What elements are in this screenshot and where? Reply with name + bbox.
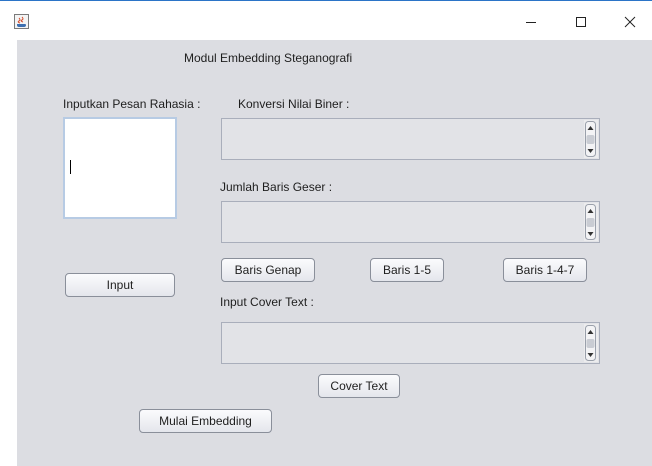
- input-button[interactable]: Input: [65, 273, 175, 297]
- cover-text-button[interactable]: Cover Text: [318, 374, 400, 398]
- maximize-button[interactable]: [561, 9, 601, 35]
- scrollbar-arrows-icon: [585, 121, 596, 157]
- pesan-label: Inputkan Pesan Rahasia :: [63, 97, 201, 111]
- title-bar[interactable]: [0, 0, 652, 40]
- page-title: Modul Embedding Steganografi: [184, 51, 353, 65]
- secret-message-field[interactable]: [63, 117, 177, 219]
- binary-conversion-scrollbar[interactable]: [584, 120, 598, 158]
- mulai-embedding-button[interactable]: Mulai Embedding: [139, 409, 272, 433]
- java-app-icon: [14, 14, 29, 29]
- shift-rows-area[interactable]: [221, 201, 600, 243]
- scrollbar-arrows-icon: [585, 204, 596, 240]
- jumlah-label: Jumlah Baris Geser :: [220, 180, 333, 194]
- maximize-icon: [576, 17, 586, 27]
- minimize-button[interactable]: [511, 9, 551, 35]
- baris-1-5-button[interactable]: Baris 1-5: [370, 258, 444, 282]
- baris-genap-button[interactable]: Baris Genap: [221, 258, 315, 282]
- app-window: Modul Embedding Steganografi Inputkan Pe…: [0, 0, 652, 466]
- konversi-label: Konversi Nilai Biner :: [238, 97, 350, 111]
- close-button[interactable]: [610, 9, 650, 35]
- scrollbar-arrows-icon: [585, 325, 596, 361]
- minimize-icon: [526, 22, 536, 23]
- cover-text-scrollbar[interactable]: [584, 324, 598, 362]
- baris-1-4-7-button[interactable]: Baris 1-4-7: [503, 258, 587, 282]
- binary-conversion-area[interactable]: [221, 118, 600, 160]
- shift-rows-scrollbar[interactable]: [584, 203, 598, 241]
- close-icon: [624, 16, 636, 28]
- cover-text-area[interactable]: [221, 322, 600, 364]
- text-caret: [70, 160, 71, 174]
- cover-label: Input Cover Text :: [220, 295, 314, 309]
